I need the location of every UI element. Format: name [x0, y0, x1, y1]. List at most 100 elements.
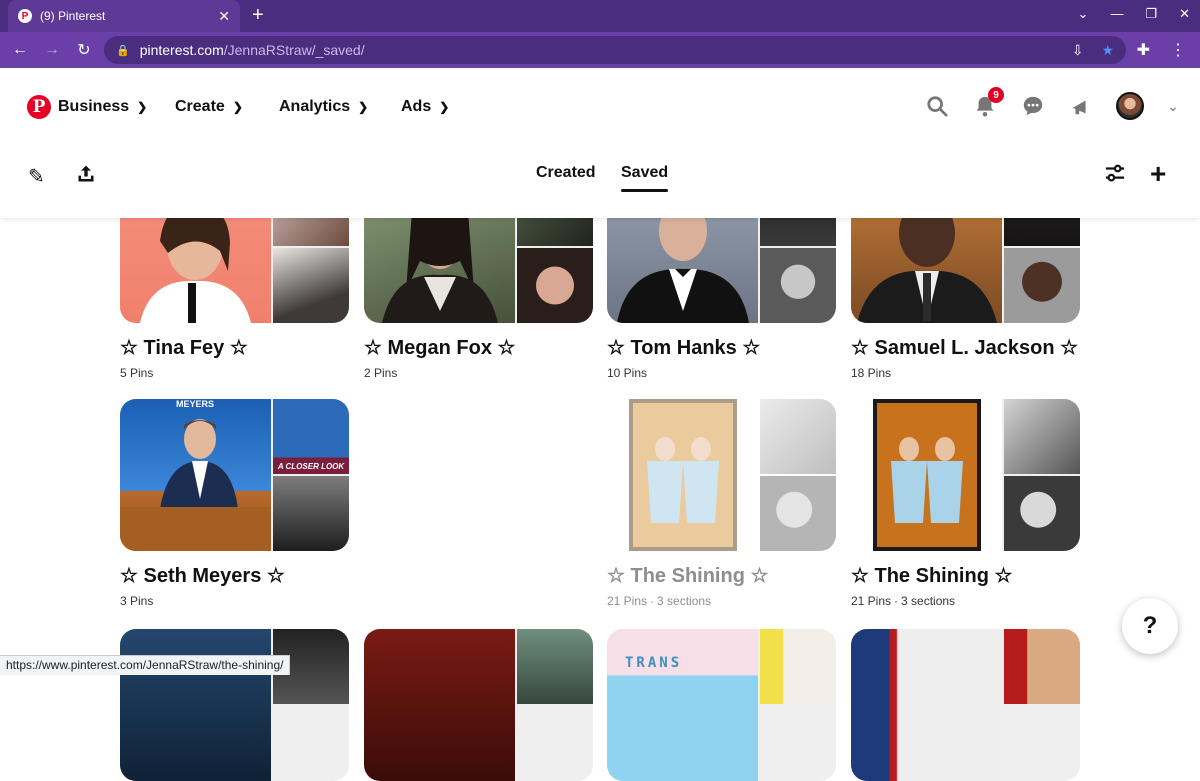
url-host: pinterest.com: [139, 42, 224, 58]
board-main-image: [851, 399, 1002, 551]
board-side-image: [760, 248, 836, 323]
board-sections-count: 3 sections: [901, 594, 956, 608]
avatar[interactable]: [1116, 92, 1144, 120]
board-card-partial[interactable]: TRANS: [607, 629, 836, 781]
nav-analytics[interactable]: Analytics ❯: [279, 98, 368, 116]
board-side-image: [760, 399, 836, 474]
nav-business-label: Business: [58, 98, 130, 115]
chevron-down-icon: ❯: [137, 100, 148, 114]
board-cover[interactable]: [851, 399, 1080, 551]
nav-ads[interactable]: Ads ❯: [401, 98, 449, 116]
board-cover[interactable]: [120, 629, 349, 781]
board-pin-count: 18 Pins: [851, 366, 892, 380]
board-main-image: TRANS: [607, 629, 758, 781]
menu-kebab-icon[interactable]: ⋮: [1170, 40, 1186, 60]
announcements-megaphone-icon[interactable]: [1068, 93, 1094, 119]
board-title[interactable]: ☆ The Shining ☆: [607, 563, 836, 588]
close-tab-icon[interactable]: ✕: [218, 8, 230, 25]
tab-saved[interactable]: Saved: [621, 164, 669, 192]
notifications-bell-icon[interactable]: 9: [972, 87, 1004, 119]
board-card-partial[interactable]: [120, 629, 349, 781]
pinterest-favicon-icon: P: [18, 9, 32, 23]
tab-title: (9) Pinterest: [40, 9, 106, 23]
close-window-icon[interactable]: ✕: [1179, 6, 1190, 22]
filter-sliders-icon[interactable]: [1104, 164, 1126, 190]
share-upload-icon[interactable]: [76, 164, 96, 190]
board-cover[interactable]: MEYERS A CLOSER LOOK: [120, 399, 349, 551]
search-icon[interactable]: [924, 93, 950, 119]
board-main-image: [120, 629, 271, 781]
install-icon[interactable]: ⇩: [1072, 42, 1084, 59]
board-cover[interactable]: TRANS: [607, 629, 836, 781]
add-plus-icon[interactable]: +: [1150, 158, 1166, 190]
board-title[interactable]: ☆ Seth Meyers ☆: [120, 563, 349, 588]
board-cover[interactable]: [607, 399, 836, 551]
board-side-image: [1004, 248, 1080, 323]
pinterest-header: P Business ❯ Create ❯ Analytics ❯ Ads ❯ 9 ⌄: [0, 68, 1200, 148]
tab-search-icon[interactable]: ⌄: [1078, 6, 1089, 22]
new-tab-icon[interactable]: +: [252, 4, 264, 27]
board-side-image: [273, 248, 349, 323]
board-main-image: [607, 399, 758, 551]
back-icon[interactable]: ←: [4, 41, 36, 59]
board-side-image: [517, 248, 593, 323]
extensions-icon[interactable]: ✚: [1137, 40, 1150, 60]
separator-dot: ·: [650, 594, 655, 608]
chevron-down-icon: ❯: [358, 100, 369, 114]
board-card-the-shining-dragging[interactable]: ☆ The Shining ☆ 21 Pins · 3 sections: [607, 399, 836, 608]
nav-business[interactable]: Business ❯: [58, 98, 147, 116]
board-pin-count: 21 Pins · 3 sections: [607, 594, 836, 608]
board-side-image: [1004, 629, 1080, 704]
board-cover[interactable]: [851, 629, 1080, 781]
browser-tab[interactable]: P (9) Pinterest ✕: [8, 0, 240, 32]
accounts-chevron-down-icon[interactable]: ⌄: [1166, 93, 1180, 119]
restore-icon[interactable]: ❐: [1145, 6, 1157, 22]
board-title[interactable]: ☆ Tina Fey ☆: [120, 335, 349, 360]
messages-icon[interactable]: [1020, 93, 1046, 119]
board-pin-count: 3 Pins: [120, 594, 154, 608]
board-side-image: [1004, 476, 1080, 551]
tab-created[interactable]: Created: [536, 164, 596, 182]
board-card-the-shining[interactable]: ☆ The Shining ☆ 21 Pins · 3 sections: [851, 399, 1080, 608]
board-pin-count-value: 21 Pins: [851, 594, 892, 608]
board-main-image: MEYERS: [120, 399, 271, 551]
omnibox-actions: ⇩ ★: [1072, 42, 1114, 59]
board-card-partial[interactable]: [851, 629, 1080, 781]
pinterest-logo-icon[interactable]: P: [27, 95, 51, 119]
edit-pencil-icon[interactable]: ✎: [28, 164, 45, 189]
separator-dot: ·: [894, 594, 899, 608]
board-card-partial[interactable]: [364, 629, 593, 781]
status-bar-url: https://www.pinterest.com/JennaRStraw/th…: [0, 655, 291, 675]
board-title[interactable]: ☆ Samuel L. Jackson ☆: [851, 335, 1080, 360]
toolbar-right: ✚ ⋮: [1137, 40, 1186, 60]
board-side-image: [760, 629, 836, 704]
reload-icon[interactable]: ↻: [68, 40, 100, 60]
notification-badge: 9: [988, 87, 1004, 103]
chevron-down-icon: ❯: [439, 100, 450, 114]
board-side-image: A CLOSER LOOK: [273, 399, 349, 474]
board-pin-count: 21 Pins · 3 sections: [851, 594, 1080, 608]
board-title[interactable]: ☆ The Shining ☆: [851, 563, 1080, 588]
nav-create[interactable]: Create ❯: [175, 98, 243, 116]
minimize-icon[interactable]: —: [1110, 6, 1123, 22]
browser-tab-strip: P (9) Pinterest ✕ + ⌄ — ❐ ✕: [0, 0, 1200, 32]
lock-icon[interactable]: 🔒: [116, 44, 130, 57]
help-button[interactable]: ?: [1122, 598, 1178, 654]
board-side-image: [760, 476, 836, 551]
board-title[interactable]: ☆ Megan Fox ☆: [364, 335, 593, 360]
header-icons: 9 ⌄: [924, 87, 1180, 120]
window-controls: ⌄ — ❐ ✕: [1078, 6, 1190, 22]
address-bar[interactable]: 🔒 pinterest.com/JennaRStraw/_saved/ ⇩ ★: [104, 36, 1126, 64]
board-cover[interactable]: [364, 629, 593, 781]
board-main-image: [364, 629, 515, 781]
board-pin-count-value: 21 Pins: [607, 594, 648, 608]
bookmark-star-icon[interactable]: ★: [1101, 42, 1114, 59]
board-title[interactable]: ☆ Tom Hanks ☆: [607, 335, 836, 360]
board-sections-count: 3 sections: [657, 594, 712, 608]
board-side-image: [1004, 399, 1080, 474]
nav-ads-label: Ads: [401, 98, 432, 115]
url-path: /JennaRStraw/_saved/: [223, 42, 365, 58]
board-card-seth-meyers[interactable]: MEYERS A CLOSER LOOK ☆ Seth Meyers ☆ 3 P…: [120, 399, 349, 608]
forward-icon[interactable]: →: [36, 41, 68, 59]
browser-toolbar: ← → ↻ 🔒 pinterest.com/JennaRStraw/_saved…: [0, 32, 1200, 68]
